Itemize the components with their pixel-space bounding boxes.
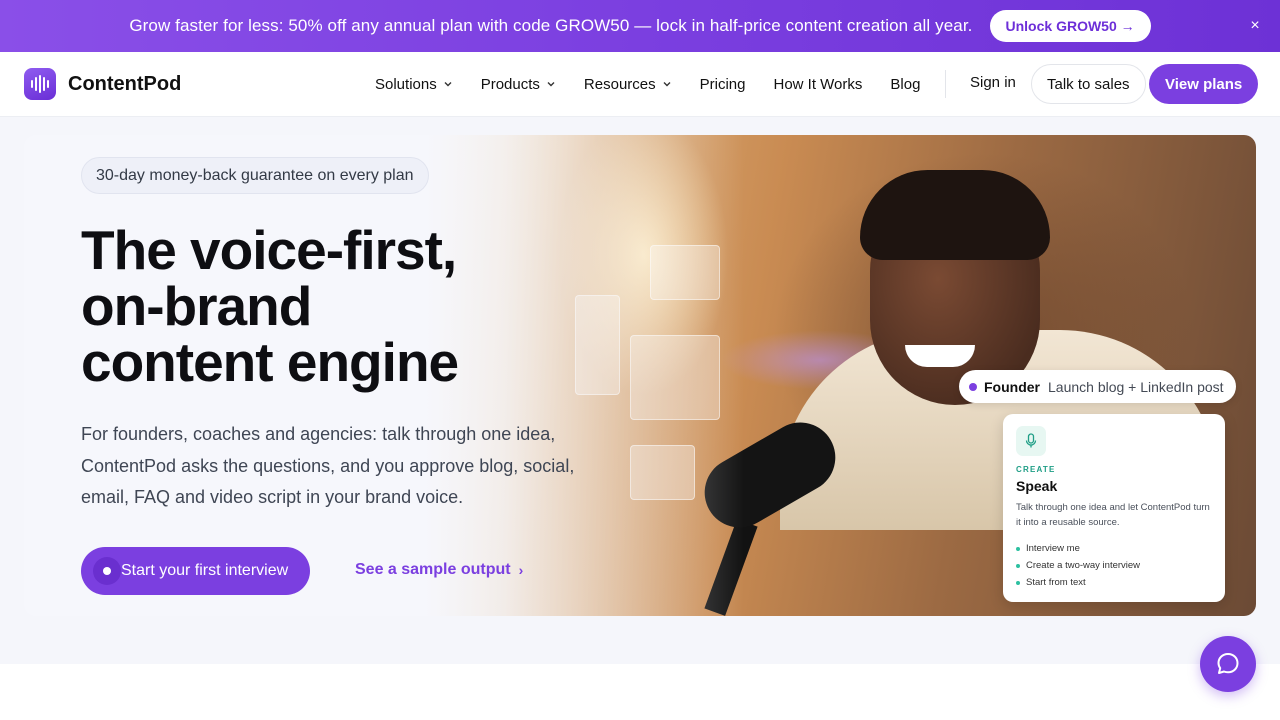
nav-item-blog[interactable]: Blog [876, 52, 934, 116]
nav-item-label: Solutions [375, 75, 437, 93]
option-interview-me[interactable]: Interview me [1016, 540, 1212, 557]
nav-links: Solutions Products Resources Pricing How… [361, 52, 934, 116]
guarantee-badge: 30-day money-back guarantee on every pla… [81, 157, 429, 194]
chevron-down-icon [444, 82, 452, 87]
sign-in-link[interactable]: Sign in [970, 74, 1016, 91]
nav-item-products[interactable]: Products [467, 52, 570, 116]
talk-to-sales-button[interactable]: Talk to sales [1031, 64, 1146, 104]
option-start-from-text[interactable]: Start from text [1016, 574, 1212, 591]
nav-item-resources[interactable]: Resources [570, 52, 686, 116]
hero-headline: The voice-first, on-brand content engine [81, 222, 621, 390]
speak-card: CREATE Speak Talk through one idea and l… [1003, 414, 1225, 602]
nav-divider [945, 70, 946, 98]
card-title: Speak [1016, 478, 1058, 494]
waveform-icon [24, 68, 56, 100]
promo-text: Grow faster for less: 50% off any annual… [129, 16, 973, 35]
hero-subcopy: For founders, coaches and agencies: talk… [81, 424, 575, 507]
cta-label: Start your first interview [121, 562, 289, 579]
unlock-code-button[interactable]: Unlock GROW50 → [989, 10, 1151, 42]
person-smile [905, 345, 975, 367]
card-description: Talk through one idea and let ContentPod… [1016, 502, 1210, 528]
status-dot [969, 382, 977, 391]
nav-item-label: Resources [583, 75, 656, 93]
promo-banner: Grow faster for less: 50% off any annual… [0, 0, 1280, 52]
microphone-icon [1016, 426, 1046, 456]
sample-output-label: See a sample output [355, 561, 511, 578]
sample-output-link[interactable]: See a sample output › [355, 561, 523, 579]
card-eyebrow: CREATE [1016, 465, 1056, 474]
close-icon[interactable]: × [1246, 17, 1264, 35]
brand-name: ContentPod [68, 72, 182, 95]
task-label: Launch blog + LinkedIn post [1048, 378, 1224, 395]
role-label: Founder [984, 378, 1040, 395]
nav-item-how-it-works[interactable]: How It Works [759, 52, 876, 116]
chevron-right-icon: › [518, 562, 524, 578]
record-dot-icon [93, 557, 121, 585]
nav-item-label: Products [480, 75, 540, 93]
chevron-down-icon [663, 82, 671, 87]
top-navigation: ContentPod Solutions Products Resources … [0, 52, 1280, 117]
view-plans-button[interactable]: View plans [1149, 64, 1259, 104]
start-interview-button[interactable]: Start your first interview [81, 547, 311, 595]
option-two-way-interview[interactable]: Create a two-way interview [1016, 557, 1212, 574]
nav-item-pricing[interactable]: Pricing [686, 52, 760, 116]
nav-item-solutions[interactable]: Solutions [361, 52, 467, 116]
chevron-down-icon [547, 82, 555, 87]
logo[interactable]: ContentPod [24, 68, 181, 100]
headline-line: on-brand [81, 275, 312, 337]
headline-line: The voice-first, [81, 219, 457, 281]
chat-bubble-icon[interactable] [1200, 636, 1256, 692]
headline-line: content engine [81, 331, 459, 393]
person-hair [860, 170, 1050, 260]
role-pill: Founder Launch blog + LinkedIn post [959, 370, 1236, 403]
card-options: Interview me Create a two-way interview … [1016, 540, 1212, 591]
